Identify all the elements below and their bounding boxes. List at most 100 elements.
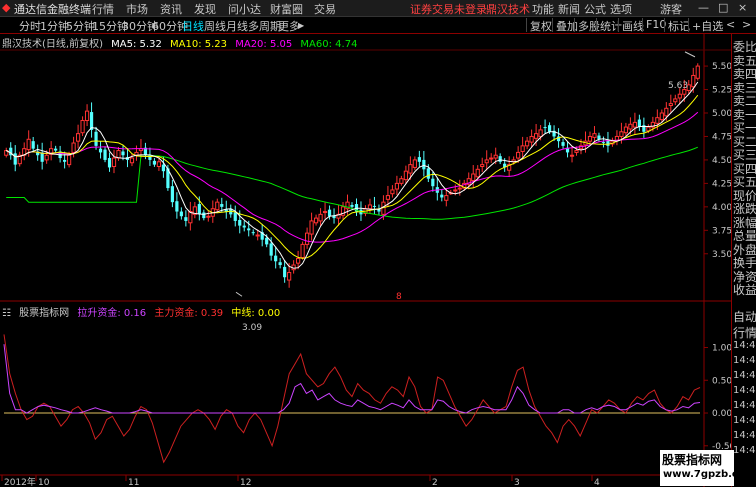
candle-body-down xyxy=(54,148,58,151)
candle-body-down xyxy=(274,255,278,262)
sidebar-time-item: 14:4 xyxy=(733,385,756,396)
menu-jiaoyi[interactable]: 交易 xyxy=(314,1,336,17)
menu-zixun[interactable]: 资讯 xyxy=(160,1,182,17)
candle-body-up xyxy=(691,74,696,88)
candle-body-down xyxy=(13,153,17,165)
candle-body-down xyxy=(242,225,246,228)
menu-hangqing[interactable]: 行情 xyxy=(92,1,114,17)
candle-body-down xyxy=(220,204,224,207)
candle-body-down xyxy=(161,164,166,172)
candle-body-up xyxy=(84,110,90,122)
candle-body-down xyxy=(152,160,157,165)
fuquan-button[interactable]: 复权 xyxy=(526,18,555,33)
quote-label[interactable]: 行情 xyxy=(733,324,756,341)
indicator-line2-label: 主力资金: 0.39 xyxy=(154,308,224,319)
menu-caifuquan[interactable]: 财富圈 xyxy=(270,1,303,17)
sidebar-time-item: 14:4 xyxy=(733,430,756,441)
candle-body-up xyxy=(385,195,391,200)
menu-xuanxiang[interactable]: 选项 xyxy=(610,1,632,17)
candle-body-down xyxy=(601,142,606,144)
candle-body-down xyxy=(417,157,421,162)
candle-body-down xyxy=(278,262,282,266)
candle-body-up xyxy=(390,189,395,195)
sidebar-time-item: 14:4 xyxy=(733,445,756,456)
candle-body-down xyxy=(543,127,547,129)
auto-label[interactable]: 自动 xyxy=(733,308,756,325)
next-arrow-icon[interactable]: > xyxy=(742,18,751,31)
maximize-button[interactable]: □ xyxy=(718,1,728,14)
title-bar: ◆ 通达信金融终端 行情 市场 资讯 发现 问小达 财富圈 交易 证券交易未登录… xyxy=(0,0,756,17)
ma5-label: MA5: 5.32 xyxy=(111,39,162,50)
candle-body-up xyxy=(309,220,314,235)
candle-body-down xyxy=(63,159,67,162)
candle-body-down xyxy=(98,148,103,153)
menu-xinwen[interactable]: 新闻 xyxy=(558,1,580,17)
candle-body-up xyxy=(525,140,530,147)
period-multi[interactable]: 多周期 xyxy=(248,18,281,34)
candle-body-up xyxy=(574,150,579,153)
candle-body-up xyxy=(80,120,85,134)
candle-body-up xyxy=(403,170,408,181)
period-more[interactable]: 更多 xyxy=(278,18,300,34)
candle-body-up xyxy=(475,168,480,178)
period-1min[interactable]: 1分钟 xyxy=(40,18,69,34)
candle-body-down xyxy=(269,243,273,256)
minimize-button[interactable]: — xyxy=(698,1,709,14)
indicator-tick-label: 0.00 xyxy=(712,409,732,419)
prev-arrow-icon[interactable]: < xyxy=(726,18,735,31)
app-title: 通达信金融终端 xyxy=(14,3,91,16)
menu-shichang[interactable]: 市场 xyxy=(126,1,148,17)
candle-body-down xyxy=(422,159,426,170)
watermark-title: 股票指标网 xyxy=(662,453,723,467)
candle-body-down xyxy=(94,131,98,146)
candle-body-down xyxy=(184,217,188,221)
period-weekly[interactable]: 周线 xyxy=(204,18,226,34)
period-daily[interactable]: 日线 xyxy=(182,18,204,34)
candle-body-up xyxy=(300,243,305,259)
candle-body-up xyxy=(44,154,49,161)
add-favorite-button[interactable]: +自选 xyxy=(688,18,726,33)
candle-body-down xyxy=(327,209,332,217)
candle-body-down xyxy=(561,142,565,146)
candle-body-up xyxy=(529,135,534,143)
period-fenshi[interactable]: 分时 xyxy=(19,18,41,34)
candle-body-up xyxy=(444,195,449,201)
candle-body-up xyxy=(75,133,81,142)
period-toolbar: 分时 1分钟 5分钟 15分钟 30分钟 60分钟 日线 周线 月线 多周期 更… xyxy=(0,17,756,34)
candle-body-up xyxy=(318,213,323,222)
login-notice[interactable]: 证券交易未登录 xyxy=(410,1,487,17)
candle-body-down xyxy=(175,201,179,212)
menu-gongshi[interactable]: 公式 xyxy=(584,1,606,17)
candle-body-up xyxy=(516,151,521,159)
candle-body-up xyxy=(695,65,700,79)
period-monthly[interactable]: 月线 xyxy=(226,18,248,34)
x-axis-label: 12 xyxy=(240,478,251,487)
candle-body-up xyxy=(480,164,485,167)
more-chevron-icon[interactable]: ▶ xyxy=(298,21,304,30)
candle-body-down xyxy=(233,212,237,221)
stock-title: 鼎汉技术 xyxy=(486,3,530,16)
candle-body-up xyxy=(534,133,539,139)
user-guest[interactable]: 游客 xyxy=(660,1,682,17)
candle-body-up xyxy=(67,154,72,166)
price-tick-label: 4.50 xyxy=(712,156,732,166)
candle-body-up xyxy=(587,135,593,142)
candle-body-down xyxy=(637,119,641,128)
menu-gongneng[interactable]: 功能 xyxy=(532,1,554,17)
period-5min[interactable]: 5分钟 xyxy=(66,18,95,34)
watermark-url: www.7gpzb.com xyxy=(663,469,756,480)
indicator-tick-label: 0.50 xyxy=(712,376,732,386)
menu-faxian[interactable]: 发现 xyxy=(194,1,216,17)
candle-body-up xyxy=(520,145,525,152)
close-button[interactable]: × xyxy=(738,1,747,14)
chart-area[interactable]: 5.50 5.25 5.00 4.75 4.50 4.25 4.00 3.75 3.50 1.0… xyxy=(0,34,732,487)
indicator-line1-label: 拉升资金: 0.16 xyxy=(77,308,147,319)
candle-body-up xyxy=(156,161,162,167)
candle-body-up xyxy=(71,142,76,153)
indicator-legend: ☷ 股票指标网 拉升资金: 0.16 主力资金: 0.39 中线: 0.00 xyxy=(2,304,285,319)
candle-body-down xyxy=(426,168,430,179)
sidebar-time-item: 14:4 xyxy=(733,400,756,411)
candle-body-up xyxy=(457,187,462,190)
menu-wenxiaoda[interactable]: 问小达 xyxy=(228,1,261,17)
candle-body-down xyxy=(372,205,377,207)
